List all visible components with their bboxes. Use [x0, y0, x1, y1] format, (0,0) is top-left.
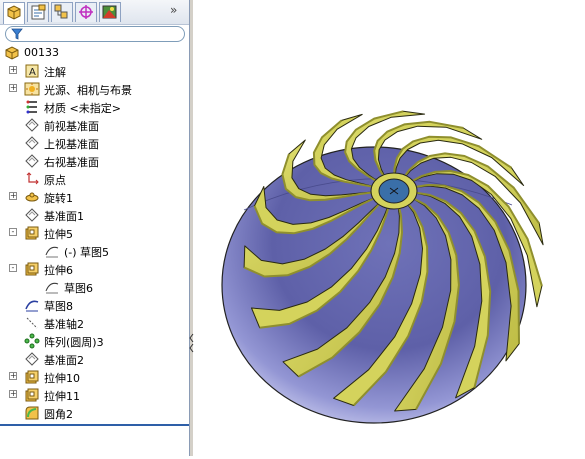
dimxpert-tab-icon [79, 5, 93, 19]
tree-node-label: 拉伸6 [44, 264, 73, 277]
tree-node-label: 基准面1 [44, 210, 84, 223]
tree-node[interactable]: + 旋转1 [0, 188, 189, 206]
collapse-icon[interactable]: - [9, 228, 17, 236]
panel-divider [0, 424, 189, 426]
sketch3d-icon [25, 300, 39, 312]
tree-node[interactable]: 基准面1 [0, 206, 189, 224]
feature-manager-panel: » 00133 + A 注解 + 光源、相机与布景 材质 <未指定> 前视基准面上视基准面右视… [0, 0, 190, 456]
tree-node[interactable]: 前视基准面 [0, 116, 189, 134]
expand-icon[interactable]: + [9, 66, 17, 74]
property-manager-tab[interactable] [27, 2, 49, 22]
tree-node[interactable]: 基准面2 [0, 350, 189, 368]
tree-node-label: 拉伸11 [44, 390, 80, 403]
tree-node[interactable]: 阵列(圆周)3 [0, 332, 189, 350]
tree-node[interactable]: 圆角2 [0, 404, 189, 422]
graphics-area[interactable] [194, 0, 585, 456]
tree-node-label: 草图8 [44, 300, 73, 313]
tree-node-label: 上视基准面 [44, 138, 99, 151]
part-icon [5, 46, 19, 60]
tree-node[interactable]: 草图6 [0, 278, 189, 296]
tree-node-label: 材质 <未指定> [44, 102, 121, 115]
configuration-manager-tab[interactable] [51, 2, 73, 22]
tree-node[interactable]: + 拉伸10 [0, 368, 189, 386]
expand-icon[interactable]: + [9, 390, 17, 398]
axis-icon [26, 317, 38, 329]
tree-node-label: 注解 [44, 66, 66, 79]
feature-manager-tab-icon [7, 5, 21, 20]
tree-node-label: 圆角2 [44, 408, 73, 421]
tree-node[interactable]: 00133 [0, 44, 189, 62]
impeller-model [221, 110, 544, 424]
tree-node[interactable]: 基准轴2 [0, 314, 189, 332]
tree-node[interactable]: 草图8 [0, 296, 189, 314]
tree-node-label: 原点 [44, 174, 66, 187]
extrude-icon [25, 262, 39, 276]
annotations-icon: A [25, 64, 39, 78]
tree-node-label: 拉伸10 [44, 372, 80, 385]
tree-node[interactable]: 右视基准面 [0, 152, 189, 170]
expand-icon[interactable]: + [9, 192, 17, 200]
tree-node[interactable]: 上视基准面 [0, 134, 189, 152]
tree-node[interactable]: 原点 [0, 170, 189, 188]
plane-icon [25, 136, 39, 150]
plane-icon [25, 154, 39, 168]
tree-node[interactable]: (-) 草图5 [0, 242, 189, 260]
tree-node-label: 00133 [24, 46, 59, 59]
revolve-icon [25, 192, 39, 202]
origin-icon [26, 172, 39, 185]
lights-icon [24, 82, 40, 96]
tree-node[interactable]: - 拉伸6 [0, 260, 189, 278]
extrude-icon [25, 370, 39, 384]
sketch-icon [45, 282, 59, 294]
plane-icon [25, 208, 39, 222]
more-tabs-button[interactable]: » [170, 3, 177, 17]
tree-node-label: 阵列(圆周)3 [44, 336, 104, 349]
display-manager-tab-icon [102, 5, 117, 19]
tree-node-label: 基准轴2 [44, 318, 84, 331]
panel-splitter[interactable] [190, 0, 193, 456]
panel-tabs: » [0, 0, 189, 25]
tree-node[interactable]: - 拉伸5 [0, 224, 189, 242]
dimxpert-tab[interactable] [75, 2, 97, 22]
tree-node-label: 草图6 [64, 282, 93, 295]
extrude-icon [25, 226, 39, 240]
display-manager-tab[interactable] [99, 2, 121, 22]
pattern-icon [24, 333, 40, 349]
plane-icon [25, 118, 39, 132]
material-icon [26, 100, 37, 114]
collapse-icon[interactable]: - [9, 264, 17, 272]
property-manager-tab-icon [31, 4, 46, 20]
tree-node-label: 拉伸5 [44, 228, 73, 241]
plane-icon [25, 352, 39, 366]
tree-node-label: 光源、相机与布景 [44, 84, 132, 97]
svg-text:A: A [29, 67, 36, 78]
tree-node[interactable]: + 光源、相机与布景 [0, 80, 189, 98]
tree-node-label: 旋转1 [44, 192, 73, 205]
expand-icon[interactable]: + [9, 372, 17, 380]
tree-node[interactable]: + 拉伸11 [0, 386, 189, 404]
feature-manager-tab[interactable] [3, 2, 25, 24]
sketch-icon [45, 246, 59, 258]
center-hub [370, 172, 418, 210]
configuration-manager-tab-icon [54, 4, 68, 19]
fillet-icon [25, 406, 39, 420]
tree-node-label: 基准面2 [44, 354, 84, 367]
filter-icon [11, 28, 23, 40]
tree-node[interactable]: + A 注解 [0, 62, 189, 80]
tree-node-label: (-) 草图5 [64, 246, 110, 259]
extrude-icon [25, 388, 39, 402]
tree-filter-input[interactable] [5, 26, 185, 42]
tree-node[interactable]: 材质 <未指定> [0, 98, 189, 116]
expand-icon[interactable]: + [9, 84, 17, 92]
tree-node-label: 右视基准面 [44, 156, 99, 169]
tree-node-label: 前视基准面 [44, 120, 99, 133]
